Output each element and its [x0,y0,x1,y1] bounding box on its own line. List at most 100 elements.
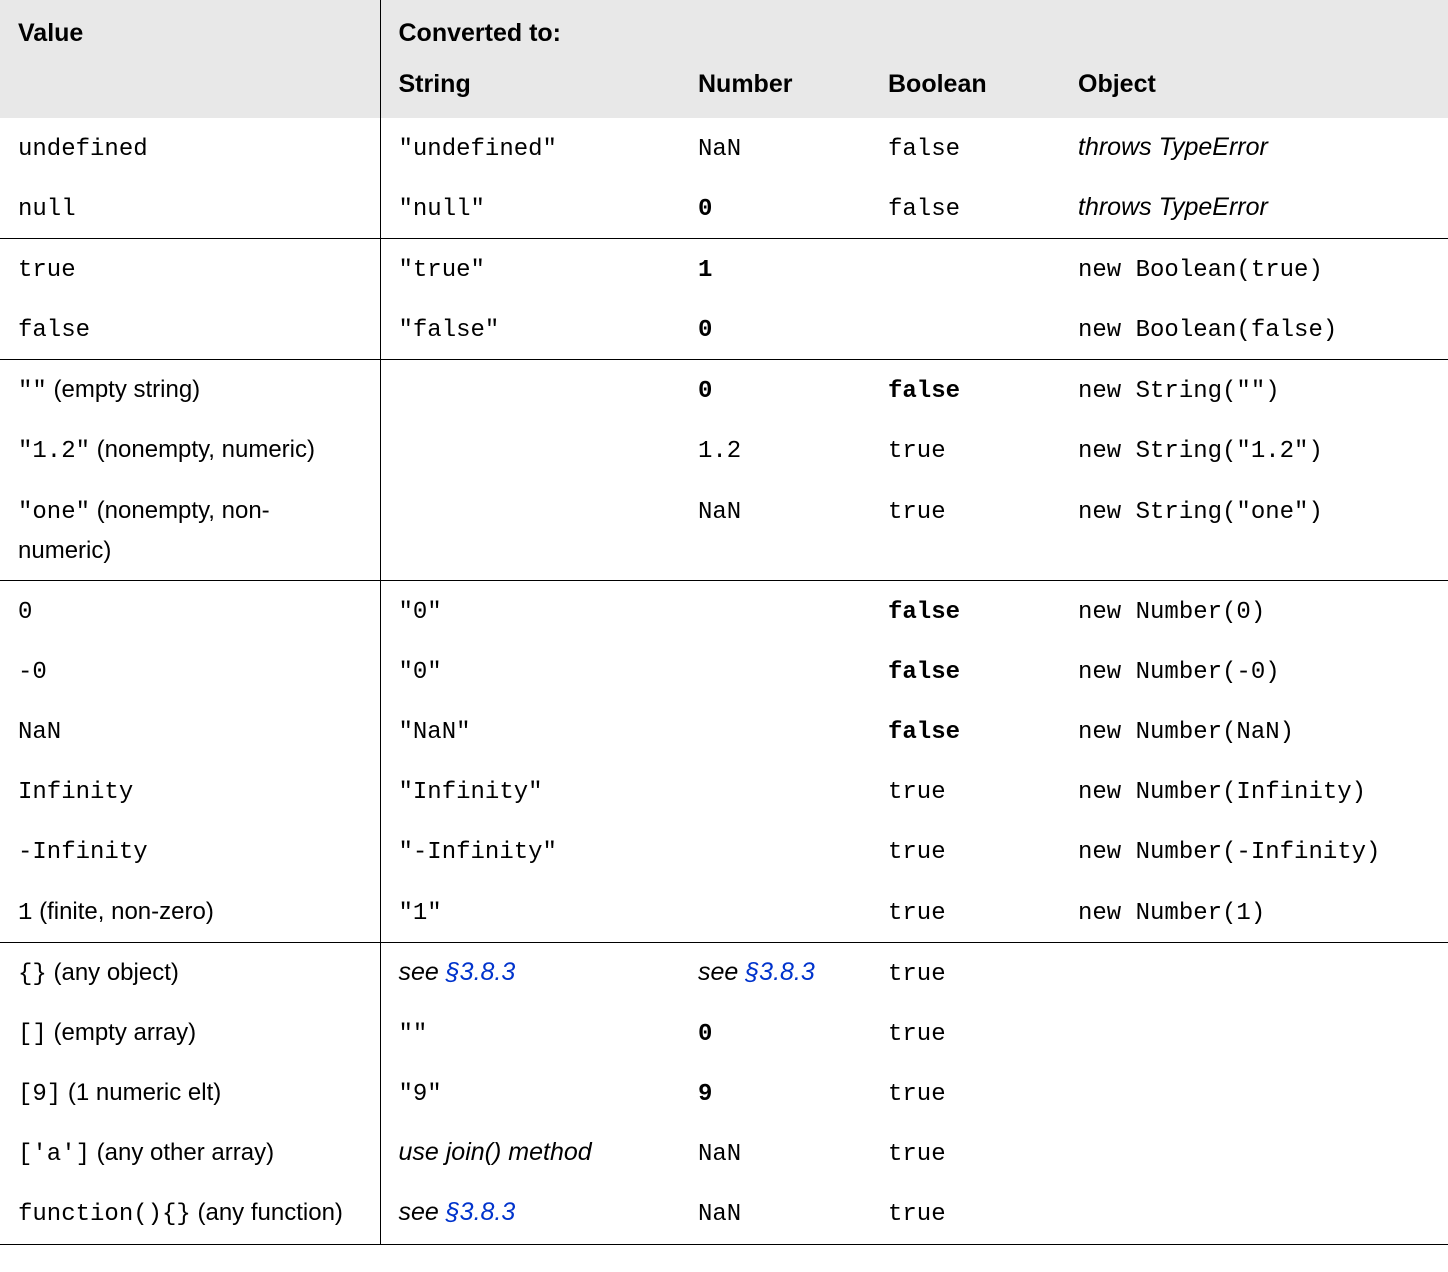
header-object: Object [1060,61,1448,118]
table-row: -0"0"falsenew Number(-0) [0,641,1448,701]
cell-text: "null" [399,196,485,223]
cell-string: see §3.8.3 [380,1183,680,1244]
cell-text: 9 [698,1081,712,1108]
cell-text: false [888,378,960,405]
cell-text: false [888,599,960,626]
cell-text: -0 [18,659,47,686]
table-row: 0"0" false new Number(0) [0,580,1448,641]
cell-value: {} (any object) [0,942,380,1003]
header-converted: Converted to: [380,0,1448,61]
cell-text: false [888,719,960,746]
cell-text: new Number(-Infinity) [1078,839,1380,866]
cell-boolean: false [870,701,1060,761]
type-conversion-table: Value Converted to: String Number Boolea… [0,0,1448,1245]
cell-string: "0" [380,580,680,641]
cell-string: "9" [380,1063,680,1123]
cell-value: -0 [0,641,380,701]
cell-object [1060,1183,1448,1244]
cell-object [1060,1003,1448,1063]
cell-object: new String("one") [1060,481,1448,580]
cell-text: 1.2 [698,438,741,465]
cell-boolean: true [870,420,1060,480]
cell-boolean: true [870,1183,1060,1244]
cell-string: "false" [380,299,680,360]
cell-value: [] (empty array) [0,1003,380,1063]
cell-text: true [888,1201,946,1228]
cell-text: new Number(1) [1078,900,1265,927]
cell-number [680,761,870,821]
table-row: "one" (nonempty, non-numeric)NaNtruenew … [0,481,1448,580]
cell-boolean: false [870,360,1060,421]
cell-string: "NaN" [380,701,680,761]
cell-text: NaN [698,136,741,163]
cell-boolean [870,238,1060,299]
cell-text: true [888,1021,946,1048]
cell-text: 0 [698,1021,712,1048]
cell-text: function(){} [18,1201,191,1228]
cell-object: new Number(Infinity) [1060,761,1448,821]
cell-value: null [0,178,380,239]
header-boolean: Boolean [870,61,1060,118]
cell-text: undefined [18,136,148,163]
cell-text: true [888,961,946,988]
cell-value: function(){} (any function) [0,1183,380,1244]
cell-text: (nonempty, numeric) [90,436,315,463]
cell-text: throws TypeError [1078,193,1268,221]
table-row: ['a'] (any other array)use join() method… [0,1123,1448,1183]
table-row: "1.2" (nonempty, numeric) 1.2 true new Stri… [0,420,1448,480]
cross-ref-link[interactable]: §3.8.3 [446,1198,516,1226]
cell-object: new String("") [1060,360,1448,421]
cell-value: [9] (1 numeric elt) [0,1063,380,1123]
cell-number: NaN [680,1123,870,1183]
cell-text: new Number(0) [1078,599,1265,626]
cell-object: new Number(-Infinity) [1060,821,1448,881]
cell-string [380,420,680,480]
cell-text: (any object) [47,959,179,986]
cell-text: throws TypeError [1078,133,1268,161]
cell-boolean: false [870,118,1060,178]
cell-number: NaN [680,1183,870,1244]
cell-boolean [870,299,1060,360]
cell-number: see §3.8.3 [680,942,870,1003]
table-row: -Infinity"-Infinity"truenew Number(-Infi… [0,821,1448,881]
cell-number [680,701,870,761]
cell-number [680,580,870,641]
cell-value: undefined [0,118,380,178]
cell-value: "" (empty string) [0,360,380,421]
cross-ref-link[interactable]: §3.8.3 [745,958,815,986]
cell-text: "1.2" [18,438,90,465]
table-body: undefined "undefined" NaN false throws TypeE… [0,118,1448,1245]
cross-ref-link[interactable]: §3.8.3 [446,958,516,986]
cell-object: throws TypeError [1060,118,1448,178]
cell-text: {} [18,961,47,988]
cell-string [380,360,680,421]
cell-string: "undefined" [380,118,680,178]
cell-object: throws TypeError [1060,178,1448,239]
cell-text: (any other array) [90,1139,274,1166]
cell-string: "Infinity" [380,761,680,821]
header-number: Number [680,61,870,118]
cell-text: "NaN" [399,719,471,746]
cell-text: use join() method [399,1138,592,1166]
table-row: undefined "undefined" NaN false throws TypeE… [0,118,1448,178]
cell-text: new Boolean(false) [1078,317,1337,344]
cell-value: 1 (finite, non-zero) [0,882,380,943]
cell-value: true [0,238,380,299]
cell-number: 0 [680,360,870,421]
cell-boolean: true [870,1003,1060,1063]
cell-string: "1" [380,882,680,943]
header-string: String [380,61,680,118]
cell-object [1060,1063,1448,1123]
cell-boolean: true [870,942,1060,1003]
cell-text: (any function) [191,1199,343,1226]
cell-string: "true" [380,238,680,299]
table-row: null"null"0falsethrows TypeError [0,178,1448,239]
cell-text: null [18,196,76,223]
cell-text: new String("1.2") [1078,438,1323,465]
cell-string: "0" [380,641,680,701]
cell-text: "undefined" [399,136,557,163]
cell-number: 0 [680,1003,870,1063]
cell-text: false [888,196,960,223]
cell-value: 0 [0,580,380,641]
cell-text: false [18,317,90,344]
